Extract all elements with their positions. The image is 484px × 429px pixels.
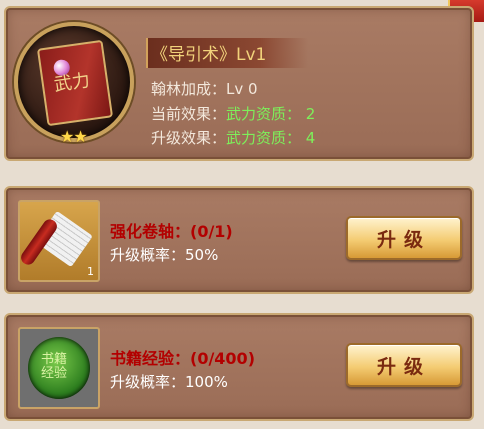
book-medallion: 武力 ★★: [14, 22, 134, 146]
current-effect-line: 当前效果：武力资质： 2: [151, 103, 315, 124]
scroll-requirement: 强化卷轴：(0/1): [110, 222, 233, 241]
hanlin-bonus-line: 翰林加成：Lv 0: [151, 78, 258, 99]
upgrade-button-exp[interactable]: 升级: [346, 343, 462, 387]
star-icon: ★: [60, 127, 74, 146]
book-title: 《导引术》Lv1: [151, 45, 267, 65]
upgrade-effect-line: 升级效果：武力资质： 4: [151, 127, 315, 148]
exp-item-slot[interactable]: 书籍 经验: [18, 327, 100, 409]
book-cover-text: 武力: [52, 70, 92, 96]
scroll-item-slot[interactable]: 1: [18, 200, 100, 282]
star-rating: ★★: [60, 127, 88, 146]
upgrade-effect-value: 武力资质： 4: [226, 129, 316, 147]
jade-token-icon: 书籍 经验: [28, 337, 90, 399]
current-effect-value: 武力资质： 2: [226, 105, 316, 123]
exp-success-rate: 升级概率：100%: [110, 373, 228, 391]
upgrade-row-exp: 书籍 经验 书籍经验：(0/400) 升级概率：100% 升级: [4, 313, 474, 421]
hanlin-bonus-value: Lv 0: [226, 80, 258, 98]
book-icon: 武力: [36, 39, 114, 127]
item-count: 1: [87, 265, 94, 278]
upgrade-button-scroll[interactable]: 升级: [346, 216, 462, 260]
book-info-panel: 武力 ★★ 《导引术》Lv1 翰林加成：Lv 0 当前效果：武力资质： 2 升级…: [4, 6, 474, 161]
exp-requirement: 书籍经验：(0/400): [110, 349, 256, 368]
upgrade-effect-label: 升级效果：: [151, 129, 227, 147]
star-icon: ★: [73, 127, 87, 146]
upgrade-row-scroll: 1 强化卷轴：(0/1) 升级概率：50% 升级: [4, 186, 474, 294]
scroll-success-rate: 升级概率：50%: [110, 246, 219, 264]
current-effect-label: 当前效果：: [151, 105, 227, 123]
hanlin-bonus-label: 翰林加成：: [151, 80, 227, 98]
jade-token-text: 书籍 经验: [41, 352, 68, 381]
